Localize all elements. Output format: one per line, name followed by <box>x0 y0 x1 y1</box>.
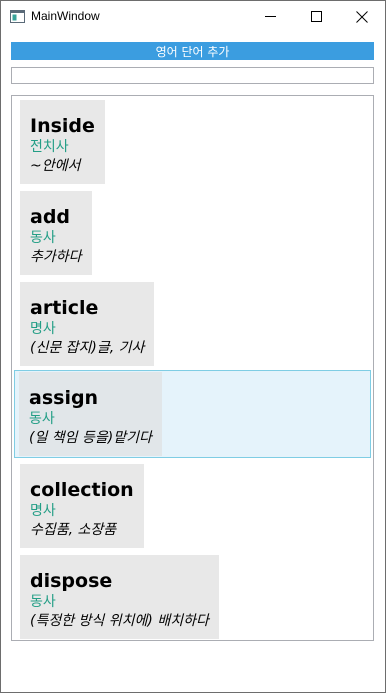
word-list-item[interactable]: assign 동사 (일 책임 등을)맡기다 <box>14 370 371 458</box>
word-text: assign <box>29 387 99 409</box>
main-window: MainWindow 영어 단어 추가 Inside 전치사 ~안에서 add 동사 추가… <box>0 0 386 693</box>
minimize-button[interactable] <box>247 1 293 32</box>
word-list-item[interactable]: add 동사추가하다 <box>14 188 371 276</box>
word-card: dispose 동사 (특정한 방식 위치에) 배치하다 <box>20 555 219 639</box>
maximize-button[interactable] <box>293 1 339 32</box>
part-of-speech: 전치사 <box>30 139 69 155</box>
word-list-item[interactable]: article 명사 (신문 잡지)글, 기사 <box>14 279 371 367</box>
word-text: dispose <box>30 570 113 592</box>
word-meaning: (신문 잡지)글, 기사 <box>30 340 145 356</box>
minimize-icon <box>264 11 276 22</box>
part-of-speech: 명사 <box>30 321 56 337</box>
window-title: MainWindow <box>31 9 100 23</box>
title-bar[interactable]: MainWindow <box>1 1 385 32</box>
word-card: Inside 전치사 ~안에서 <box>20 100 105 184</box>
word-list-item[interactable]: collection 명사수집품, 소장품 <box>14 461 371 549</box>
word-meaning: (일 책임 등을)맡기다 <box>29 430 152 446</box>
close-button[interactable] <box>339 1 385 32</box>
word-list[interactable]: Inside 전치사 ~안에서 add 동사 추가하다 article 명사 (신문 잡지)글,… <box>11 95 374 641</box>
word-list-item[interactable]: Inside 전치사 ~안에서 <box>14 97 371 185</box>
word-input[interactable] <box>11 67 374 84</box>
word-card: add 동사추가하다 <box>20 191 92 275</box>
part-of-speech: 명사 <box>30 503 56 519</box>
word-text: Inside <box>30 115 95 137</box>
word-meaning: ~안에서 <box>30 158 81 174</box>
word-list-item[interactable]: dispose 동사 (특정한 방식 위치에) 배치하다 <box>14 552 371 640</box>
add-word-button[interactable]: 영어 단어 추가 <box>11 42 374 60</box>
word-text: collection <box>30 479 134 501</box>
word-card: assign 동사 (일 책임 등을)맡기다 <box>19 372 162 456</box>
word-card: article 명사 (신문 잡지)글, 기사 <box>20 282 155 366</box>
word-meaning: (특정한 방식 위치에) 배치하다 <box>30 613 209 629</box>
word-meaning: 추가하다 <box>30 249 82 265</box>
part-of-speech: 동사 <box>30 594 56 610</box>
word-text: add <box>30 206 71 228</box>
maximize-icon <box>310 11 322 22</box>
word-text: article <box>30 297 99 319</box>
part-of-speech: 동사 <box>30 230 56 246</box>
word-card: collection 명사수집품, 소장품 <box>20 464 144 548</box>
close-icon <box>356 10 368 23</box>
window-app-icon <box>10 9 26 23</box>
part-of-speech: 동사 <box>29 411 55 427</box>
word-meaning: 수집품, 소장품 <box>30 522 117 538</box>
